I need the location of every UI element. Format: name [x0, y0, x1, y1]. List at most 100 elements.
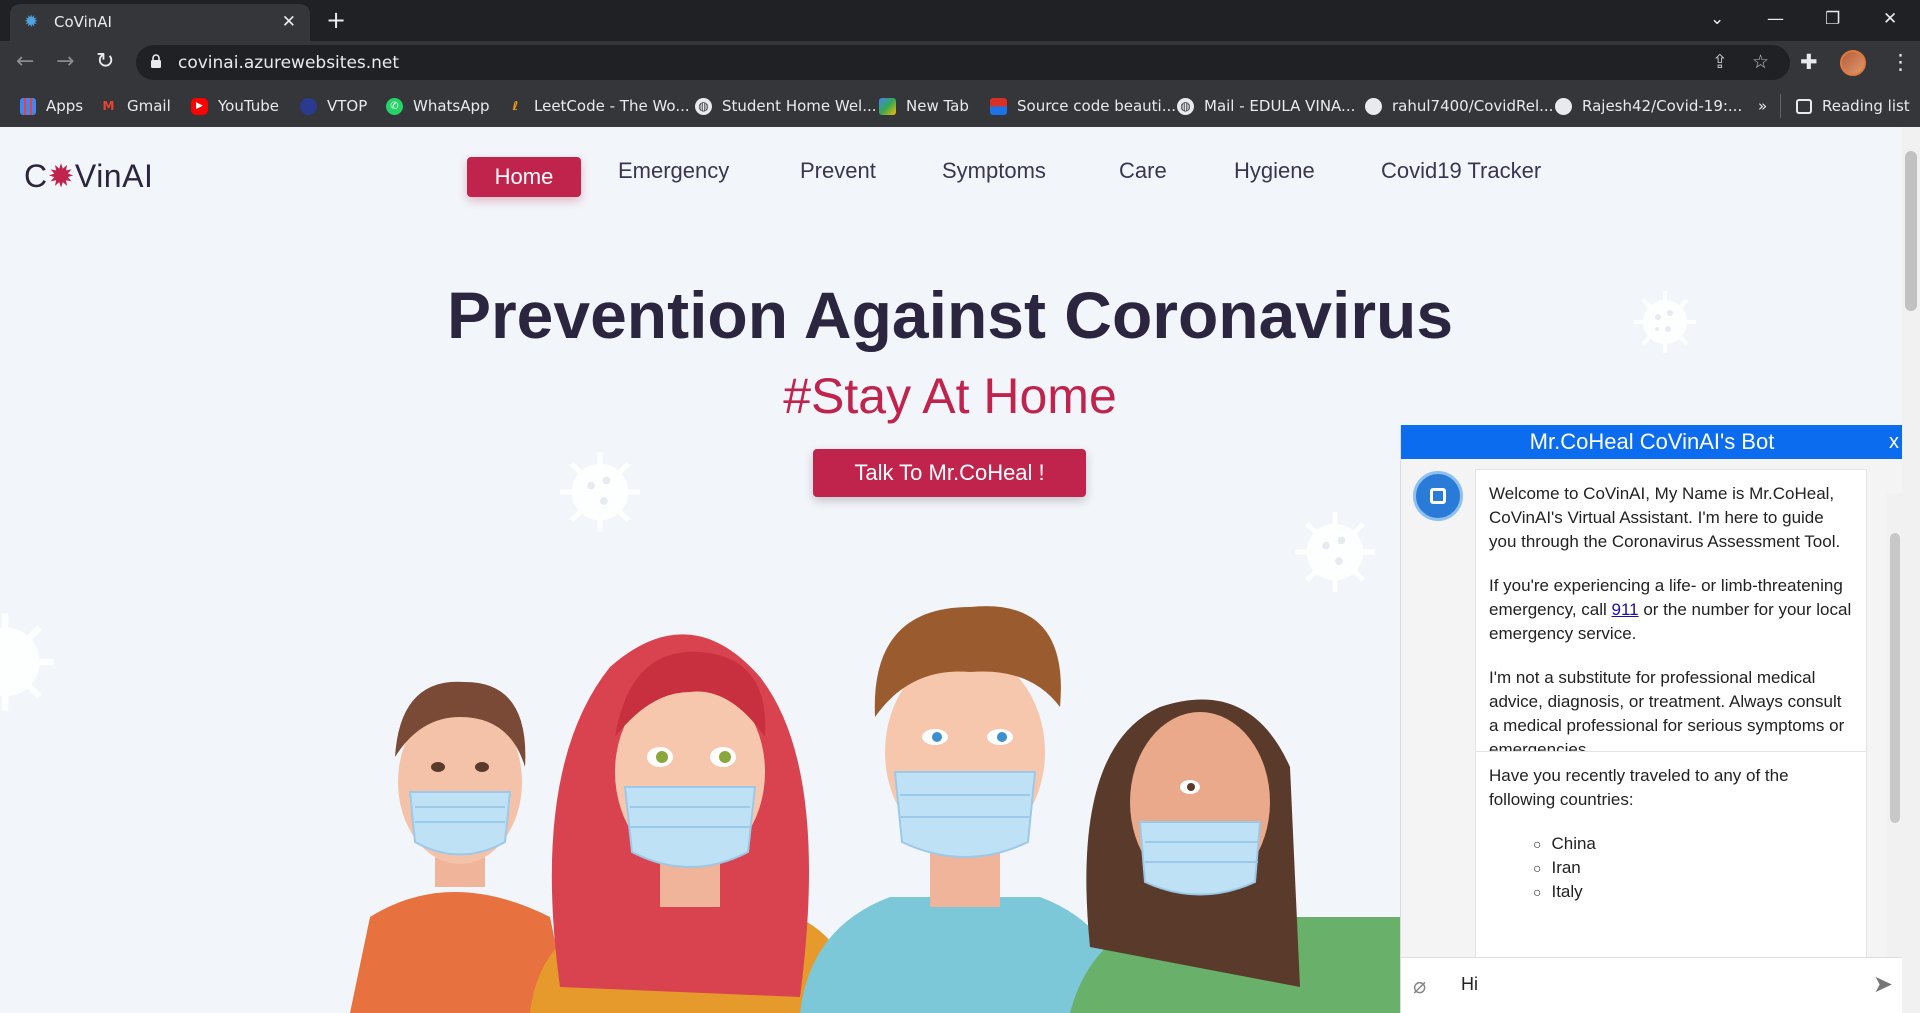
profile-avatar[interactable] — [1840, 50, 1866, 76]
bot-message-paragraph: I'm not a substitute for professional me… — [1489, 668, 1845, 759]
send-icon[interactable]: ➤ — [1873, 970, 1893, 998]
emergency-number-link[interactable]: 911 — [1612, 600, 1639, 619]
nav-hygiene[interactable]: Hygiene — [1234, 157, 1315, 185]
whatsapp-icon: ✆ — [386, 97, 403, 115]
close-tab-icon[interactable]: ✕ — [282, 12, 296, 32]
nav-symptoms[interactable]: Symptoms — [942, 157, 1046, 185]
tab-strip: ✹ CoVinAI ✕ + ⌄ — ❐ ✕ — [0, 0, 1920, 41]
bookmark-source-code[interactable]: Source code beauti... — [990, 95, 1176, 117]
bookmark-label: Student Home Wel... — [722, 97, 877, 115]
bot-message: Welcome to CoVinAI, My Name is Mr.CoHeal… — [1475, 469, 1867, 775]
logo-text-suffix: VinAI — [74, 158, 154, 194]
browser-tab[interactable]: ✹ CoVinAI ✕ — [10, 4, 310, 41]
chat-scroll-thumb[interactable] — [1890, 533, 1900, 823]
reload-icon[interactable]: ↻ — [96, 47, 114, 77]
github-icon — [1555, 97, 1572, 115]
country-item: Iran — [1533, 856, 1853, 880]
chatbot-widget: Mr.CoHeal CoVinAI's Bot x Welcome to CoV… — [1400, 425, 1903, 1013]
bot-message-paragraph: Welcome to CoVinAI, My Name is Mr.CoHeal… — [1489, 484, 1841, 551]
chatbot-title: Mr.CoHeal CoVinAI's Bot — [1529, 429, 1775, 454]
page-scroll-thumb[interactable] — [1905, 151, 1917, 311]
bookmark-mail[interactable]: ◍ Mail - EDULA VINA... — [1177, 95, 1355, 117]
bookmark-label: VTOP — [327, 97, 368, 115]
bookmark-whatsapp[interactable]: ✆ WhatsApp — [386, 95, 490, 117]
bookmark-label: Mail - EDULA VINA... — [1204, 97, 1356, 115]
minimize-button[interactable]: — — [1767, 6, 1784, 32]
restore-button[interactable]: ❐ — [1825, 6, 1840, 32]
bookmark-github-rajesh[interactable]: Rajesh42/Covid-19:... — [1555, 95, 1742, 117]
virus-decoration-icon — [560, 452, 640, 532]
bookmark-label: YouTube — [218, 97, 279, 115]
url-text: covinai.azurewebsites.net — [178, 53, 400, 73]
bookmark-gmail[interactable]: M Gmail — [100, 95, 171, 117]
bookmark-youtube[interactable]: ▶ YouTube — [191, 95, 279, 117]
back-icon[interactable]: ← — [16, 47, 34, 77]
tab-title: CoVinAI — [54, 13, 112, 31]
bookmark-github-rahul[interactable]: rahul7400/CovidRel... — [1365, 95, 1553, 117]
hero-title: Prevention Against Coronavirus — [446, 278, 1454, 352]
close-window-button[interactable]: ✕ — [1883, 6, 1897, 32]
nav-emergency[interactable]: Emergency — [618, 157, 729, 185]
logo-text-prefix: C — [24, 158, 48, 194]
bookmark-label: Gmail — [127, 97, 171, 115]
chat-message-input[interactable]: Hi — [1461, 974, 1478, 995]
bookmark-star-icon[interactable]: ☆ — [1752, 51, 1769, 73]
lock-icon — [151, 54, 161, 68]
reading-list-label: Reading list — [1822, 97, 1910, 115]
bookmark-label: Source code beauti... — [1017, 97, 1177, 115]
nav-covid19-tracker[interactable]: Covid19 Tracker — [1381, 157, 1541, 185]
more-bookmarks-button[interactable]: » — [1758, 95, 1767, 117]
tab-search-icon[interactable]: ⌄ — [1710, 6, 1724, 32]
nav-care[interactable]: Care — [1119, 157, 1167, 185]
bookmarks-bar: Apps M Gmail ▶ YouTube VTOP ✆ WhatsApp ℓ… — [0, 84, 1920, 127]
menu-kebab-icon[interactable]: ⋮ — [1890, 49, 1911, 75]
country-list: China Iran Italy — [1533, 832, 1853, 904]
bookmark-apps[interactable]: Apps — [20, 95, 83, 117]
country-item: China — [1533, 832, 1853, 856]
source-icon — [990, 97, 1007, 115]
share-icon[interactable]: ⇪ — [1712, 51, 1728, 73]
person-woman-right — [1070, 699, 1400, 1013]
bookmark-label: Apps — [46, 97, 84, 115]
site-logo[interactable]: C✹VinAI — [24, 157, 153, 195]
apps-grid-icon — [20, 97, 36, 115]
nav-home[interactable]: Home — [467, 157, 581, 197]
nav-prevent[interactable]: Prevent — [800, 157, 876, 185]
bot-avatar-icon — [1413, 471, 1463, 521]
globe-icon: ◍ — [1177, 97, 1194, 115]
chatbot-close-button[interactable]: x — [1889, 425, 1899, 459]
country-item: Italy — [1533, 880, 1853, 904]
bookmark-vtop[interactable]: VTOP — [300, 95, 367, 117]
page-scrollbar[interactable] — [1902, 127, 1920, 1013]
new-tab-button[interactable]: + — [326, 7, 346, 33]
bookmark-student-home[interactable]: ◍ Student Home Wel... — [695, 95, 877, 117]
vtop-icon — [300, 97, 317, 115]
chatbot-transcript[interactable]: Welcome to CoVinAI, My Name is Mr.CoHeal… — [1401, 459, 1903, 957]
talk-to-bot-button[interactable]: Talk To Mr.CoHeal ! — [813, 449, 1086, 497]
logo-virus-icon: ✹ — [47, 158, 75, 194]
bookmark-label: WhatsApp — [413, 97, 490, 115]
chat-input-bar: ⌀ Hi ➤ — [1401, 957, 1903, 1013]
globe-icon: ◍ — [695, 97, 712, 115]
bookmark-leetcode[interactable]: ℓ LeetCode - The Wo... — [507, 95, 690, 117]
attachment-icon[interactable]: ⌀ — [1413, 974, 1426, 999]
masked-people-illustration — [350, 606, 1400, 1013]
bookmark-new-tab[interactable]: New Tab — [879, 95, 969, 117]
person-boy-left — [350, 681, 570, 1013]
bot-message: Have you recently traveled to any of the… — [1475, 751, 1867, 957]
chat-scrollbar[interactable] — [1887, 493, 1903, 957]
bot-message-paragraph: If you're experiencing a life- or limb-t… — [1489, 574, 1853, 646]
extensions-icon[interactable]: ✚ — [1800, 49, 1818, 75]
gmail-icon: M — [102, 98, 115, 113]
bot-question: Have you recently traveled to any of the… — [1489, 766, 1789, 809]
reading-list-button[interactable]: Reading list — [1796, 95, 1910, 117]
person-girl-redhair — [530, 634, 860, 1013]
page-viewport: C✹VinAI Home Emergency Prevent Symptoms … — [0, 127, 1920, 1013]
virus-decoration-icon — [0, 613, 54, 711]
address-bar[interactable]: covinai.azurewebsites.net ⇪ ☆ — [136, 45, 1790, 80]
bookmark-label: rahul7400/CovidRel... — [1392, 97, 1554, 115]
forward-icon[interactable]: → — [56, 47, 74, 77]
image-icon — [879, 97, 896, 115]
github-icon — [1365, 97, 1382, 115]
reading-list-icon — [1796, 98, 1812, 114]
